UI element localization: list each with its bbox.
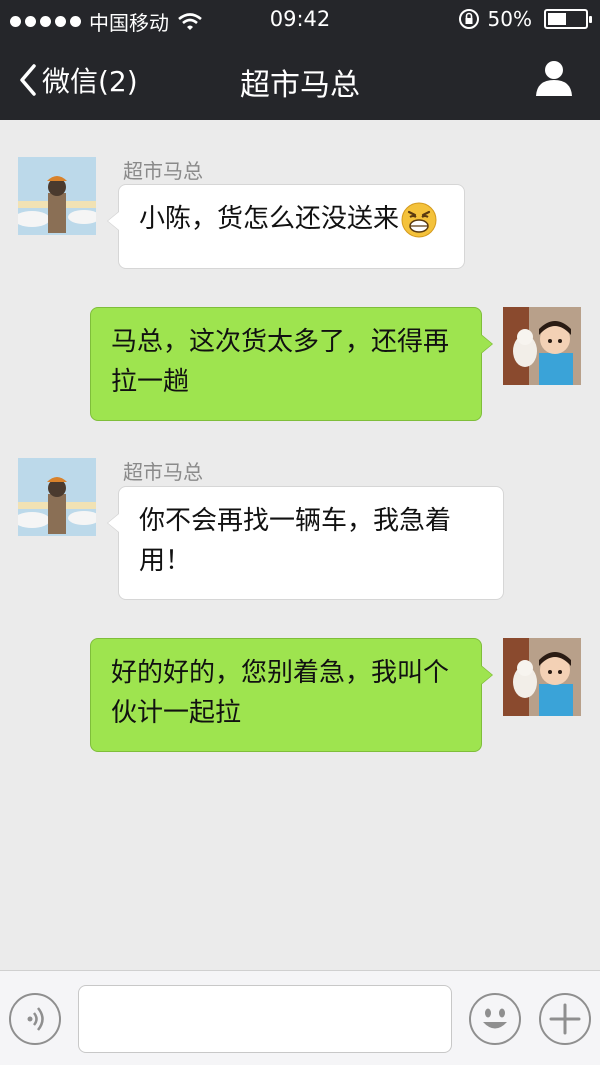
voice-button[interactable] bbox=[9, 993, 61, 1045]
battery-icon bbox=[544, 9, 592, 29]
message-text: 小陈，货怎么还没送来 bbox=[139, 204, 400, 234]
message-bubble-outgoing[interactable]: 好的好的，您别着急，我叫个伙计一起拉 bbox=[90, 638, 493, 752]
status-bar: 中国移动 09:42 50% bbox=[0, 0, 600, 40]
sender-name: 超市马总 bbox=[123, 460, 203, 484]
status-right: 50% bbox=[458, 7, 592, 31]
message-text: 马总，这次货太多了，还得再拉一趟 bbox=[111, 327, 450, 397]
nav-bar: 微信(2) 超市马总 bbox=[0, 40, 600, 120]
avatar[interactable] bbox=[503, 638, 581, 716]
message-bubble-incoming[interactable]: 小陈，货怎么还没送来 bbox=[107, 184, 465, 269]
chat-area: 超市马总 小陈，货怎么还没送来 马总，这次货太多了，还得再拉一趟 超市马总 你不… bbox=[0, 120, 600, 970]
person-icon[interactable] bbox=[534, 58, 574, 98]
voice-icon bbox=[27, 1007, 44, 1031]
sender-name: 超市马总 bbox=[123, 159, 203, 183]
avatar[interactable] bbox=[18, 458, 96, 536]
smiley-icon bbox=[483, 1008, 507, 1029]
input-bar bbox=[0, 970, 600, 1065]
message-bubble-incoming[interactable]: 你不会再找一辆车，我急着用！ bbox=[107, 486, 504, 600]
message-input[interactable] bbox=[78, 985, 452, 1053]
avatar[interactable] bbox=[18, 157, 96, 235]
battery-fill bbox=[548, 13, 566, 25]
rotation-lock-icon bbox=[458, 9, 479, 29]
message-bubble-outgoing[interactable]: 马总，这次货太多了，还得再拉一趟 bbox=[90, 307, 493, 421]
angry-face-emoji-icon bbox=[401, 202, 437, 237]
emoji-button[interactable] bbox=[469, 993, 521, 1045]
message-text: 你不会再找一辆车，我急着用！ bbox=[139, 506, 452, 576]
page-title: 超市马总 bbox=[240, 68, 360, 103]
add-button[interactable] bbox=[539, 993, 591, 1045]
plus-icon bbox=[549, 1003, 581, 1035]
message-text: 好的好的，您别着急，我叫个伙计一起拉 bbox=[111, 658, 450, 728]
avatar[interactable] bbox=[503, 307, 581, 385]
battery-percent: 50% bbox=[487, 7, 532, 31]
